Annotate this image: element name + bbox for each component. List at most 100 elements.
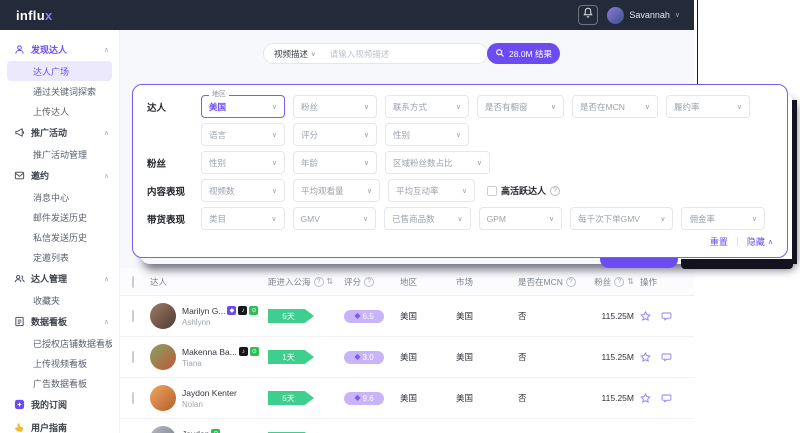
filter-select-commission-rate[interactable]: 佣金率: [681, 207, 766, 230]
filter-select-followers[interactable]: 粉丝: [293, 95, 377, 118]
column-header-days-to-public-pool[interactable]: 距进入公海 ⇅: [268, 276, 344, 288]
filter-select-rating[interactable]: 评分: [293, 123, 377, 146]
chevron-down-icon: [364, 103, 369, 111]
market-cell: 美国: [456, 352, 474, 362]
app-root: influx Savannah 发现达人 达人广场通过关键词探索上传达人 推广活…: [0, 0, 800, 433]
search-input[interactable]: 请输入视频描述: [330, 48, 390, 60]
chevron-down-icon: [660, 215, 665, 223]
sidebar-group-my-subscriptions[interactable]: 我的订阅: [0, 393, 119, 416]
help-icon[interactable]: [364, 276, 375, 287]
hide-panel-link[interactable]: 隐藏: [747, 235, 773, 248]
sort-icon[interactable]: ⇅: [627, 277, 634, 286]
help-icon[interactable]: [565, 276, 576, 287]
creator-subname: Ashlynn: [182, 317, 211, 327]
days-cell: 5天: [268, 391, 344, 405]
select-all-checkbox[interactable]: [132, 275, 134, 288]
filter-select-video-count[interactable]: 视频数: [201, 179, 285, 202]
filter-select-items-sold[interactable]: 已售商品数: [384, 207, 471, 230]
help-icon[interactable]: [313, 276, 324, 287]
sidebar-item-upload-creators[interactable]: 上传达人: [7, 101, 112, 121]
gem-icon: ◆: [354, 311, 361, 320]
search-results-button[interactable]: 28.0M 结果: [487, 43, 560, 64]
sidebar-item-creator-marketplace[interactable]: 达人广场: [7, 61, 112, 81]
creator-name: Marilyn G...: [182, 305, 226, 316]
search-category-select[interactable]: 视频描述: [274, 48, 308, 60]
filter-select-fan-gender[interactable]: 性别: [201, 151, 285, 174]
filter-select-region[interactable]: 地区 美国: [201, 91, 285, 118]
favorite-star-icon[interactable]: [640, 392, 651, 404]
sidebar-group-campaigns[interactable]: 推广活动: [0, 121, 119, 144]
sidebar-item-message-center[interactable]: 消息中心: [7, 187, 112, 207]
filter-row-label: 带货表现: [147, 214, 186, 226]
days-to-public-badge: 5天: [268, 391, 314, 405]
filter-select-gmv[interactable]: GMV: [292, 207, 377, 230]
filter-select-avg-engagement[interactable]: 平均互动率: [388, 179, 475, 202]
notification-bell-button[interactable]: [578, 5, 599, 25]
column-header-followers[interactable]: 粉丝 ⇅: [588, 276, 640, 288]
filter-select-fan-age[interactable]: 年龄: [293, 151, 377, 174]
reset-filters-link[interactable]: 重置: [710, 235, 728, 248]
filter-select-gender[interactable]: 性别: [385, 123, 469, 146]
sidebar-item-campaign-management[interactable]: 推广活动管理: [7, 144, 112, 164]
filter-select-fulfillment-rate[interactable]: 履约率: [666, 95, 750, 118]
sidebar-group-outreach[interactable]: 邀约: [0, 164, 119, 187]
filter-select-gpm[interactable]: GPM: [478, 207, 563, 230]
sort-icon[interactable]: ⇅: [327, 277, 334, 286]
filter-select-contact-method[interactable]: 联系方式: [385, 95, 469, 118]
filter-select-placeholder: 每千次下单GMV: [578, 213, 640, 224]
filter-select-placeholder: 粉丝: [301, 101, 319, 112]
help-icon[interactable]: [550, 185, 561, 196]
sidebar-group-dashboards[interactable]: 数据看板: [0, 310, 119, 333]
sidebar-item-ad-data-dashboard[interactable]: 广告数据看板: [7, 373, 112, 393]
row-checkbox[interactable]: [132, 392, 134, 404]
filter-select-avg-views[interactable]: 平均观看量: [293, 179, 380, 202]
filter-select-gmv-per-1k-orders[interactable]: 每千次下单GMV: [570, 207, 674, 230]
filter-select-category[interactable]: 类目: [201, 207, 285, 230]
chevron-down-icon: [364, 159, 369, 167]
contact-chat-icon[interactable]: [661, 352, 672, 363]
filter-row-2: 粉丝 性别 年龄 区域粉丝数占比: [147, 151, 773, 174]
window-edge-line: [697, 0, 698, 90]
filter-select-floating-label: 地区: [209, 91, 229, 99]
contact-chat-icon[interactable]: [661, 311, 672, 322]
favorite-star-icon[interactable]: [640, 310, 651, 322]
sidebar-group-discover-creators[interactable]: 发现达人: [0, 38, 119, 61]
sidebar-item-favorites[interactable]: 收藏夹: [7, 290, 112, 310]
market-cell: 美国: [456, 393, 474, 403]
high-activity-creator-checkbox[interactable]: 高活跃达人: [487, 184, 561, 197]
filter-select-fan-region-ratio[interactable]: 区域粉丝数占比: [385, 151, 490, 174]
chevron-down-icon: [477, 159, 482, 167]
filter-select-placeholder: 性别: [393, 129, 411, 140]
sidebar-group-label: 发现达人: [31, 45, 68, 55]
purple-app-badge-icon: ◆: [227, 306, 237, 315]
mcn-cell: 否: [518, 393, 527, 403]
sidebar-item-scheduled-invite-list[interactable]: 定邀列表: [7, 247, 112, 267]
filter-select-in-mcn[interactable]: 是否在MCN: [572, 95, 658, 118]
sidebar-group-creator-management[interactable]: 达人管理: [0, 267, 119, 290]
favorite-star-icon[interactable]: [640, 351, 651, 363]
chevron-down-icon: [456, 103, 461, 111]
green-app-badge-icon: ⊙: [249, 347, 259, 356]
sidebar-group-user-guide[interactable]: 用户指南: [0, 416, 119, 433]
sidebar-item-dm-history[interactable]: 私信发送历史: [7, 227, 112, 247]
sidebar-item-uploaded-video-dashboard[interactable]: 上传视频看板: [7, 353, 112, 373]
creator-cell[interactable]: Jaydon⊙ Lydia: [150, 426, 268, 433]
sidebar-item-keyword-explore[interactable]: 通过关键词探索: [7, 81, 112, 101]
contact-chat-icon[interactable]: [661, 393, 672, 404]
creator-cell[interactable]: Makenna Ba... ♪ ⊙ Tiana: [150, 344, 268, 370]
column-label: 评分: [344, 276, 362, 287]
help-icon[interactable]: [614, 276, 625, 287]
creator-cell[interactable]: Marilyn G... ◆ ♪ ⊙ Ashlynn: [150, 303, 268, 329]
score-value: 9.6: [362, 393, 374, 403]
filter-select-language[interactable]: 语言: [201, 123, 285, 146]
sidebar-item-email-history[interactable]: 邮件发送历史: [7, 207, 112, 227]
mcn-cell: 否: [518, 311, 527, 321]
row-checkbox[interactable]: [132, 310, 134, 322]
filter-select-has-showcase[interactable]: 是否有橱窗: [477, 95, 564, 118]
sidebar-item-authorized-shop-dashboard[interactable]: 已授权店铺数据看板: [7, 333, 112, 353]
user-menu[interactable]: Savannah: [607, 6, 680, 24]
filter-select-placeholder: GMV: [300, 213, 320, 224]
row-checkbox[interactable]: [132, 351, 134, 363]
results-table: 达人 距进入公海 ⇅ 评分 地区 市场 是否在MCN: [120, 268, 694, 433]
creator-cell[interactable]: Jaydon Kenter Nolan: [150, 385, 268, 411]
